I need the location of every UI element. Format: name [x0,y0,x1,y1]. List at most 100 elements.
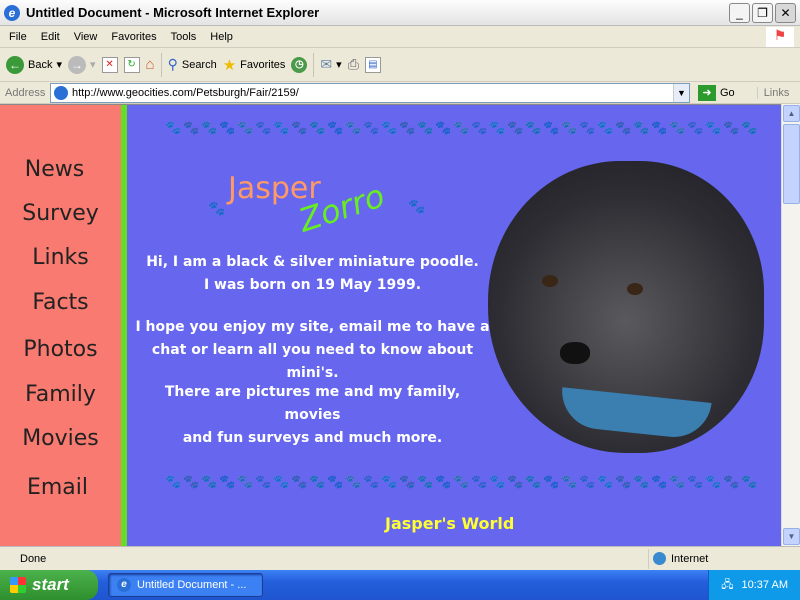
nav-email[interactable]: Email [0,475,118,500]
paw-icon: 🐾 [489,474,506,489]
mail-button[interactable]: ✉ ▾ [320,56,341,73]
enjoy-text: I hope you enjoy my site, email me to ha… [135,316,490,385]
back-arrow-icon: ← [6,55,24,74]
menu-view[interactable]: View [74,31,98,43]
nav-photos[interactable]: Photos [0,337,121,362]
back-button[interactable]: ← Back ▾ [6,55,62,74]
paw-icon: 🐾 [165,474,182,489]
close-button[interactable]: ✕ [775,3,796,23]
paw-icon: 🐾 [579,120,596,135]
go-button[interactable]: ➜ Go [698,84,735,101]
paw-icon: 🐾 [291,474,308,489]
paw-icon: 🐾 [291,120,308,135]
paw-icon: 🐾 [543,120,560,135]
task-label: Untitled Document - ... [137,579,247,591]
scroll-up-button[interactable]: ▲ [783,105,800,122]
home-icon[interactable]: ⌂ [146,56,155,73]
web-page: News Survey Links Facts Photos Family Mo… [0,104,781,546]
address-input[interactable]: http://www.geocities.com/Petsburgh/Fair/… [50,82,690,103]
paw-icon: 🐾 [633,474,650,489]
window-title: Untitled Document - Microsoft Internet E… [26,5,320,20]
paw-icon: 🐾 [435,474,452,489]
paw-icon: 🐾 [327,474,344,489]
maximize-button[interactable]: ❐ [752,3,773,23]
nav-movies[interactable]: Movies [0,426,121,451]
paw-icon: 🐾 [507,120,524,135]
stop-icon[interactable]: ✕ [101,56,118,73]
search-icon: ⚲ [167,56,178,72]
paw-icon: 🐾 [615,474,632,489]
star-icon: ★ [222,56,237,74]
refresh-icon[interactable]: ↻ [123,56,140,73]
paw-icon: 🐾 [345,474,362,489]
paw-icon: 🐾 [183,120,200,135]
paw-icon: 🐾 [705,120,722,135]
nav-facts[interactable]: Facts [0,290,121,315]
text-line: Hi, I am a black & silver miniature pood… [146,254,479,270]
go-arrow-icon: ➜ [698,84,716,101]
separator [313,52,315,77]
paw-icon: 🐾 [597,120,614,135]
paw-icon: 🐾 [381,474,398,489]
forward-arrow-icon: → [68,55,86,74]
edit-icon[interactable]: ▤ [364,56,381,73]
paw-icon: 🐾 [237,120,254,135]
paw-icon: 🐾 [633,120,650,135]
scroll-thumb[interactable] [783,124,800,204]
page-icon [54,85,68,100]
paw-icon: 🐾 [525,120,542,135]
menu-edit[interactable]: Edit [41,31,60,43]
nav-news[interactable]: News [0,157,115,182]
paw-icon: 🐾 [723,474,740,489]
search-label: Search [181,58,217,71]
nav-family[interactable]: Family [0,382,121,407]
paw-icon: 🐾 [705,474,722,489]
back-label: Back [28,58,53,71]
paw-icon: 🐾 [201,120,218,135]
vertical-scrollbar[interactable]: ▲ ▼ [781,104,800,546]
forward-button[interactable]: → ▾ [68,55,96,74]
links-button[interactable]: Links [756,86,789,99]
paw-icon: 🐾 [561,474,578,489]
address-dropdown[interactable]: ▼ [673,83,689,102]
paw-icon: 🐾 [723,120,740,135]
nav-survey[interactable]: Survey [0,201,121,226]
menu-favorites[interactable]: Favorites [111,31,156,43]
scroll-down-button[interactable]: ▼ [783,528,800,545]
clock: 10:37 AM [741,579,788,591]
favorites-button[interactable]: ★ Favorites [223,56,286,74]
search-button[interactable]: ⚲ Search [168,56,217,73]
paw-icon: 🐾 [363,474,380,489]
paw-border-bottom: 🐾 🐾 🐾 🐾 🐾 🐾 🐾 🐾 🐾 🐾 🐾 🐾 🐾 🐾 🐾 🐾 🐾 🐾 🐾 🐾 🐾 🐾 🐾 🐾 🐾 🐾 🐾 🐾 🐾 🐾 🐾 🐾 🐾 [165,474,758,490]
text-line: I hope you enjoy my site, email me to ha… [135,319,490,335]
paw-icon: 🐾 [669,474,686,489]
jaspers-world-link[interactable]: Jasper's World [385,514,514,533]
paw-icon: 🐾 [327,120,344,135]
dog-eye [627,283,643,295]
paw-icon: 🐾 [435,120,452,135]
address-url: http://www.geocities.com/Petsburgh/Fair/… [72,86,299,99]
intro-text: Hi, I am a black & silver miniature pood… [135,251,490,297]
taskbar-window-button[interactable]: e Untitled Document - ... [108,573,263,597]
paw-icon: 🐾 [201,474,218,489]
menu-tools[interactable]: Tools [171,31,197,43]
security-zone: Internet [648,548,708,569]
network-icon[interactable]: 🖧 [721,576,733,595]
paw-icon: 🐾 [183,474,200,489]
paw-icon: 🐾 [273,474,290,489]
history-icon[interactable]: ◷ [291,56,308,73]
start-button[interactable]: start [0,570,98,600]
nav-links[interactable]: Links [0,245,121,270]
print-icon[interactable]: ⎙ [348,56,359,73]
paw-icon: 🐾 [507,474,524,489]
text-line: I was born on 19 May 1999. [203,277,422,293]
menu-file[interactable]: File [9,31,27,43]
paw-icon: 🐾 [408,198,426,214]
paw-icon: 🐾 [309,474,326,489]
address-label: Address [5,86,46,99]
paw-icon: 🐾 [471,120,488,135]
menu-help[interactable]: Help [210,31,233,43]
paw-icon: 🐾 [208,200,226,216]
text-line: There are pictures me and my family, mov… [164,384,461,423]
minimize-button[interactable]: _ [729,3,750,23]
